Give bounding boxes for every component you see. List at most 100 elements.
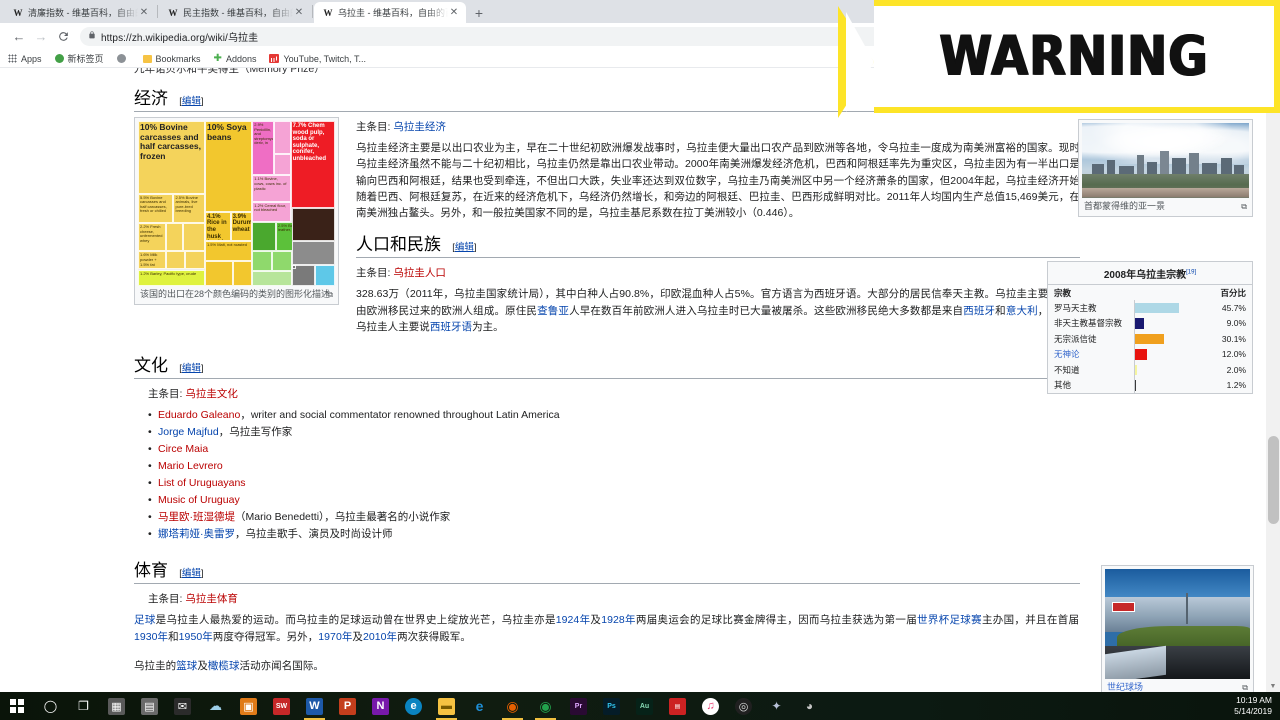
chart-bar-cell xyxy=(1134,331,1208,347)
heading-text: 文化 xyxy=(134,356,168,376)
culture-link[interactable]: 娜塔莉娅·奥雷罗 xyxy=(158,528,235,540)
edge-legacy-icon[interactable]: e xyxy=(397,692,430,720)
tab-0[interactable]: W 清廉指数 - 维基百科，自由的百科 ✕ xyxy=(4,2,156,23)
edit-link-population[interactable]: [编辑] xyxy=(452,242,476,253)
expand-icon[interactable]: ⧉ xyxy=(1241,201,1247,213)
culture-link[interactable]: Mario Levrero xyxy=(158,460,223,472)
culture-link[interactable]: Circe Maia xyxy=(158,443,208,455)
tab-separator xyxy=(157,5,158,18)
obs-icon[interactable]: ◎ xyxy=(727,692,760,720)
tab-2-active[interactable]: W 乌拉圭 - 维基百科，自由的百科全 ✕ xyxy=(314,2,466,23)
bookmark-newtab[interactable]: 新标签页 xyxy=(54,52,104,65)
culture-link[interactable]: 马里欧·班湿德堤 xyxy=(158,511,235,523)
culture-link[interactable]: Music of Uruguay xyxy=(158,494,240,506)
bookmark-addons[interactable]: ✚ Addons xyxy=(214,54,257,64)
link-world-cup[interactable]: 世界杯足球赛 xyxy=(917,614,982,626)
link-spanish-language[interactable]: 西班牙语 xyxy=(430,321,472,333)
scroll-down-icon[interactable]: ▼ xyxy=(1268,683,1278,690)
forward-button[interactable]: → xyxy=(30,25,52,47)
figure-export-treemap[interactable]: 10% Bovine carcasses and half carcasses,… xyxy=(134,117,339,305)
tab-close-icon[interactable]: ✕ xyxy=(138,7,150,18)
expand-icon[interactable]: ⧉ xyxy=(327,289,333,301)
screen: W 清廉指数 - 维基百科，自由的百科 ✕ W 民主指数 - 维基百科，自由的百… xyxy=(0,0,1280,720)
link-1928[interactable]: 1928年 xyxy=(601,614,636,626)
edit-link-label[interactable]: 编辑 xyxy=(182,363,201,374)
scrollbar-thumb[interactable] xyxy=(1268,436,1279,524)
firefox-icon[interactable]: ◉ xyxy=(496,692,529,720)
heading-text: 体育 xyxy=(134,561,168,581)
link-2010[interactable]: 2010年 xyxy=(363,631,397,643)
page-viewport: 九年诺贝尔和平奖得主（Memory Prize） 经济 [编辑] 主条目: 乌拉… xyxy=(0,68,1280,692)
chart-category-label[interactable]: 无神论 xyxy=(1054,348,1132,360)
treemap-cell xyxy=(291,241,335,265)
bookmark-youtube-twitch[interactable]: YouTube, Twitch, T... xyxy=(269,54,366,64)
edge-icon[interactable]: e xyxy=(463,692,496,720)
culture-link[interactable]: List of Uruguayans xyxy=(158,477,246,489)
link-1924[interactable]: 1924年 xyxy=(556,614,591,626)
steam-icon[interactable]: ◕ xyxy=(793,692,826,720)
snipping-tool-icon[interactable]: ▣ xyxy=(232,692,265,720)
photoshop-icon[interactable]: Ps xyxy=(595,692,628,720)
link-1970[interactable]: 1970年 xyxy=(318,631,352,643)
culture-link[interactable]: Eduardo Galeano xyxy=(158,409,240,421)
link-charrua[interactable]: 查鲁亚 xyxy=(537,305,569,317)
new-tab-button[interactable]: + xyxy=(466,2,492,23)
edit-link-label[interactable]: 编辑 xyxy=(182,568,201,579)
link-football[interactable]: 足球 xyxy=(134,614,156,626)
tab-1[interactable]: W 民主指数 - 维基百科，自由的百科 ✕ xyxy=(159,2,311,23)
edit-link-label[interactable]: 编辑 xyxy=(182,96,201,107)
onenote-icon[interactable]: N xyxy=(364,692,397,720)
link-basketball[interactable]: 篮球 xyxy=(176,660,197,672)
discord-icon[interactable]: ✦ xyxy=(760,692,793,720)
start-button[interactable] xyxy=(0,692,34,720)
chart-title-reference[interactable]: [19] xyxy=(1186,270,1196,276)
lock-icon xyxy=(88,30,96,42)
cortana-icon[interactable]: ◯ xyxy=(34,692,67,720)
bookmark-label: Apps xyxy=(21,53,42,64)
task-view-icon[interactable]: ❐ xyxy=(67,692,100,720)
chart-value-label: 45.7% xyxy=(1221,302,1246,313)
word-icon[interactable]: W xyxy=(298,692,331,720)
link-1950[interactable]: 1950年 xyxy=(179,631,213,643)
culture-link[interactable]: Jorge Majfud xyxy=(158,426,219,438)
sw-icon[interactable]: SW xyxy=(265,692,298,720)
main-article-link-population[interactable]: 乌拉圭人口 xyxy=(393,267,446,279)
itunes-icon[interactable]: ♫ xyxy=(694,692,727,720)
link-rugby[interactable]: 橄榄球 xyxy=(208,660,240,672)
taskbar-clock[interactable]: 10:19 AM 5/14/2019 xyxy=(1234,692,1272,720)
tab-close-icon[interactable]: ✕ xyxy=(293,7,305,18)
link-spain[interactable]: 西班牙 xyxy=(963,305,995,317)
bookmark-apps[interactable]: Apps xyxy=(8,54,42,64)
edit-link-culture[interactable]: [编辑] xyxy=(179,363,203,374)
mail-icon[interactable]: ✉ xyxy=(166,692,199,720)
explorer-icon[interactable]: ▬ xyxy=(430,692,463,720)
bookmark-unnamed[interactable] xyxy=(116,54,130,63)
caption-text[interactable]: 世纪球场 xyxy=(1107,682,1143,692)
expand-icon[interactable]: ⧉ xyxy=(1242,682,1248,692)
treemap-cell xyxy=(291,264,296,269)
figure-stadium[interactable]: 世纪球场 ⧉ xyxy=(1101,565,1254,692)
main-article-link-economy[interactable]: 乌拉圭经济 xyxy=(393,121,446,133)
page-scrollbar[interactable]: ▲ ▼ xyxy=(1266,68,1280,692)
calculator-icon[interactable]: ▦ xyxy=(100,692,133,720)
treemap-cell: 2.5% Bovine animals, live pure-bred bree… xyxy=(173,193,205,224)
figure-montevideo[interactable]: 首都蒙得维的亚一景 ⧉ xyxy=(1078,119,1253,217)
voicemeeter-icon[interactable]: ▤ xyxy=(661,692,694,720)
premiere-icon[interactable]: Pr xyxy=(562,692,595,720)
chrome-icon[interactable]: ◉ xyxy=(529,692,562,720)
edit-link-economy[interactable]: [编辑] xyxy=(179,96,203,107)
edit-link-label[interactable]: 编辑 xyxy=(455,242,474,253)
main-article-link-sports[interactable]: 乌拉圭体育 xyxy=(185,593,238,605)
main-article-link-culture[interactable]: 乌拉圭文化 xyxy=(185,388,238,400)
audition-icon[interactable]: Au xyxy=(628,692,661,720)
powerpoint-icon[interactable]: P xyxy=(331,692,364,720)
back-button[interactable]: ← xyxy=(8,25,30,47)
calendar-icon[interactable]: ▤ xyxy=(133,692,166,720)
reload-icon[interactable] xyxy=(52,25,74,47)
link-italy[interactable]: 意大利 xyxy=(1006,305,1038,317)
bookmark-folder[interactable]: Bookmarks xyxy=(142,54,201,64)
cloud-icon[interactable]: ☁ xyxy=(199,692,232,720)
tab-close-icon[interactable]: ✕ xyxy=(448,7,460,18)
edit-link-sports[interactable]: [编辑] xyxy=(179,568,203,579)
link-1930[interactable]: 1930年 xyxy=(134,631,168,643)
